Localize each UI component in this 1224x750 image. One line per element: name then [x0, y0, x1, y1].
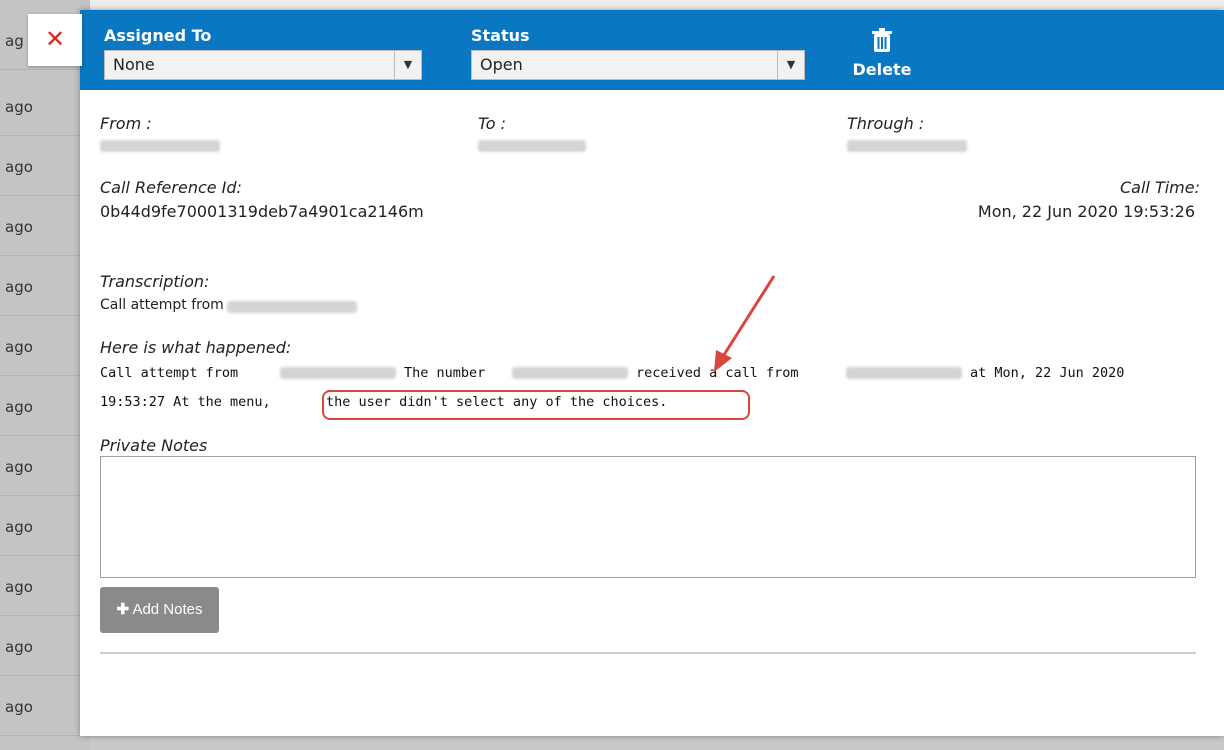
from-number-redacted — [100, 140, 220, 152]
list-item-label: ago — [5, 458, 33, 476]
from-label: From : — [100, 114, 152, 133]
list-item-label: ag — [5, 32, 24, 50]
call-time-label: Call Time: — [1120, 178, 1200, 197]
to-label: To : — [478, 114, 507, 133]
call-reference-value: 0b44d9fe70001319deb7a4901ca2146m — [100, 202, 424, 221]
add-notes-label: Add Notes — [132, 601, 203, 618]
close-button[interactable]: ✕ — [28, 14, 82, 66]
assigned-to-select[interactable]: None ▼ — [104, 50, 422, 80]
top-strip — [0, 0, 1224, 10]
status-label: Status — [471, 26, 530, 45]
list-item-label: ago — [5, 638, 33, 656]
status-select[interactable]: Open ▼ — [471, 50, 805, 80]
annotation-arrow-icon — [714, 275, 776, 372]
list-item[interactable]: ago — [0, 256, 90, 316]
list-item[interactable]: ago — [0, 76, 90, 136]
what-happened-text-1d: at Mon, 22 Jun 2020 — [970, 365, 1125, 381]
transcription-text: Call attempt from — [100, 297, 224, 313]
call-reference-label: Call Reference Id: — [100, 178, 242, 197]
redacted-number — [846, 367, 962, 379]
status-value: Open — [480, 55, 523, 74]
delete-button[interactable]: Delete — [852, 28, 912, 79]
transcription-label: Transcription: — [100, 272, 210, 291]
list-item[interactable]: ago — [0, 136, 90, 196]
divider — [100, 652, 1196, 654]
plus-icon: ✚ — [116, 601, 130, 618]
assigned-to-label: Assigned To — [104, 26, 212, 45]
list-item-label: ago — [5, 578, 33, 596]
background-list: ag ago ago ago ago ago ago ago ago ago a… — [0, 0, 90, 750]
list-item[interactable]: ago — [0, 196, 90, 256]
private-notes-textarea[interactable] — [100, 456, 1196, 578]
what-happened-text-1b: The number — [404, 365, 486, 381]
list-item[interactable]: ago — [0, 616, 90, 676]
list-item-label: ago — [5, 338, 33, 356]
list-item-label: ago — [5, 98, 33, 116]
chevron-down-icon: ▼ — [394, 51, 421, 79]
trash-icon — [872, 28, 892, 52]
redacted-number — [280, 367, 396, 379]
list-item-label: ago — [5, 158, 33, 176]
list-item-label: ago — [5, 698, 33, 716]
close-icon: ✕ — [44, 25, 66, 53]
through-number-redacted — [847, 140, 967, 152]
list-item[interactable]: ago — [0, 556, 90, 616]
list-item-label: ago — [5, 278, 33, 296]
to-number-redacted — [478, 140, 586, 152]
what-happened-text-2a: 19:53:27 At the menu, — [100, 394, 271, 410]
through-label: Through : — [847, 114, 925, 133]
delete-label: Delete — [852, 60, 912, 79]
assigned-to-value: None — [113, 55, 155, 74]
list-item[interactable]: ago — [0, 496, 90, 556]
modal-header: Assigned To None ▼ Status Open ▼ Delete — [80, 10, 1224, 90]
list-item[interactable]: ago — [0, 316, 90, 376]
list-item[interactable]: ago — [0, 676, 90, 736]
list-item-label: ago — [5, 518, 33, 536]
add-notes-button[interactable]: ✚ Add Notes — [100, 587, 219, 633]
call-time-value: Mon, 22 Jun 2020 19:53:26 — [977, 202, 1195, 221]
list-item-label: ago — [5, 218, 33, 236]
list-item-label: ago — [5, 398, 33, 416]
private-notes-label: Private Notes — [100, 436, 208, 455]
list-item[interactable]: ago — [0, 376, 90, 436]
call-detail-modal: Assigned To None ▼ Status Open ▼ Delete … — [80, 10, 1224, 736]
what-happened-text-1a: Call attempt from — [100, 365, 239, 381]
annotation-highlight-box — [322, 390, 750, 420]
redacted-number — [512, 367, 628, 379]
chevron-down-icon: ▼ — [777, 51, 804, 79]
what-happened-label: Here is what happened: — [100, 338, 292, 357]
transcription-number-redacted — [227, 301, 357, 313]
list-item[interactable]: ago — [0, 436, 90, 496]
